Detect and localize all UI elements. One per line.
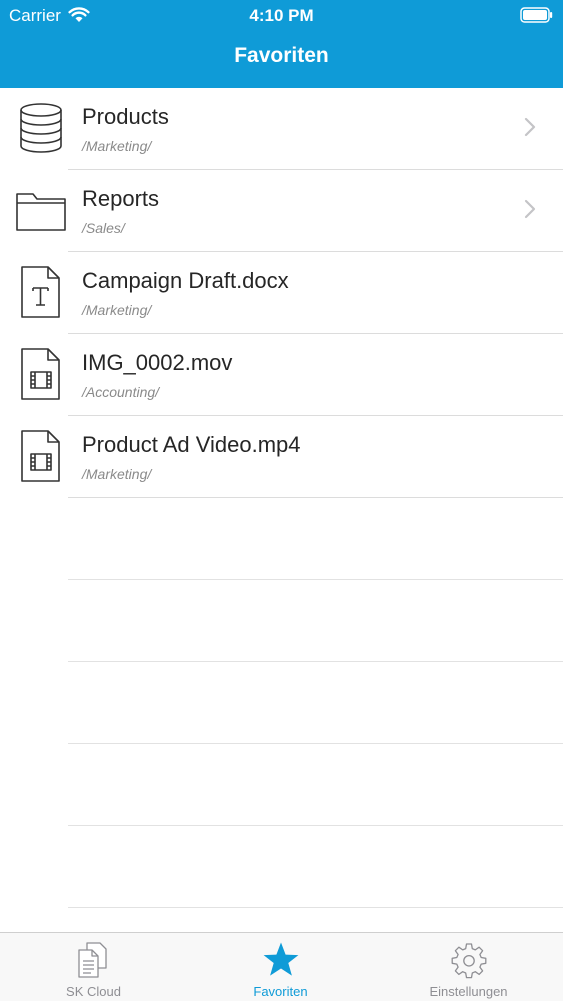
tab-sk-cloud[interactable]: SK Cloud [0, 933, 187, 1001]
list-item-campaign-draft[interactable]: Campaign Draft.docx /Marketing/ [0, 252, 563, 334]
tab-label: Einstellungen [429, 984, 508, 999]
text-document-icon [21, 266, 60, 318]
chevron-right-icon [524, 199, 536, 219]
database-icon [20, 103, 62, 153]
empty-row [0, 826, 563, 908]
item-path: /Marketing/ [82, 466, 152, 482]
item-name: Reports [82, 186, 160, 211]
gear-icon [451, 943, 487, 979]
navigation-header: Carrier 4:10 PM Favoriten [0, 0, 563, 88]
tab-bar: SK Cloud Favoriten Einstellungen [0, 932, 563, 1001]
item-path: /Marketing/ [82, 302, 152, 318]
empty-row [0, 662, 563, 744]
list-item-products[interactable]: Products /Marketing/ [0, 88, 563, 170]
empty-row [0, 580, 563, 662]
empty-row [0, 744, 563, 826]
star-icon [263, 942, 299, 976]
tab-einstellungen[interactable]: Einstellungen [375, 933, 562, 1001]
item-path: /Accounting/ [82, 384, 160, 400]
favorites-list: Products /Marketing/ Reports /Sales/ Cam… [0, 88, 563, 908]
status-time: 4:10 PM [249, 6, 314, 25]
item-name: IMG_0002.mov [82, 350, 233, 375]
chevron-right-icon [524, 117, 536, 137]
video-file-icon [21, 430, 60, 482]
video-file-icon [21, 348, 60, 400]
documents-icon [78, 942, 107, 978]
list-item-img-0002[interactable]: IMG_0002.mov /Accounting/ [0, 334, 563, 416]
item-name: Products [82, 104, 169, 129]
item-path: /Sales/ [82, 220, 125, 236]
item-name: Product Ad Video.mp4 [82, 432, 301, 457]
page-title: Favoriten [234, 44, 329, 67]
item-path: /Marketing/ [82, 138, 152, 154]
item-name: Campaign Draft.docx [82, 268, 289, 293]
status-bar: Carrier 4:10 PM [0, 0, 563, 30]
list-item-reports[interactable]: Reports /Sales/ [0, 170, 563, 252]
tab-label: Favoriten [253, 984, 308, 999]
list-item-product-ad-video[interactable]: Product Ad Video.mp4 /Marketing/ [0, 416, 563, 498]
battery-icon [520, 7, 553, 23]
tab-label: SK Cloud [66, 984, 121, 999]
tab-favoriten[interactable]: Favoriten [187, 933, 374, 1001]
empty-row [0, 498, 563, 580]
row-separator [68, 907, 563, 908]
folder-icon [16, 193, 66, 231]
